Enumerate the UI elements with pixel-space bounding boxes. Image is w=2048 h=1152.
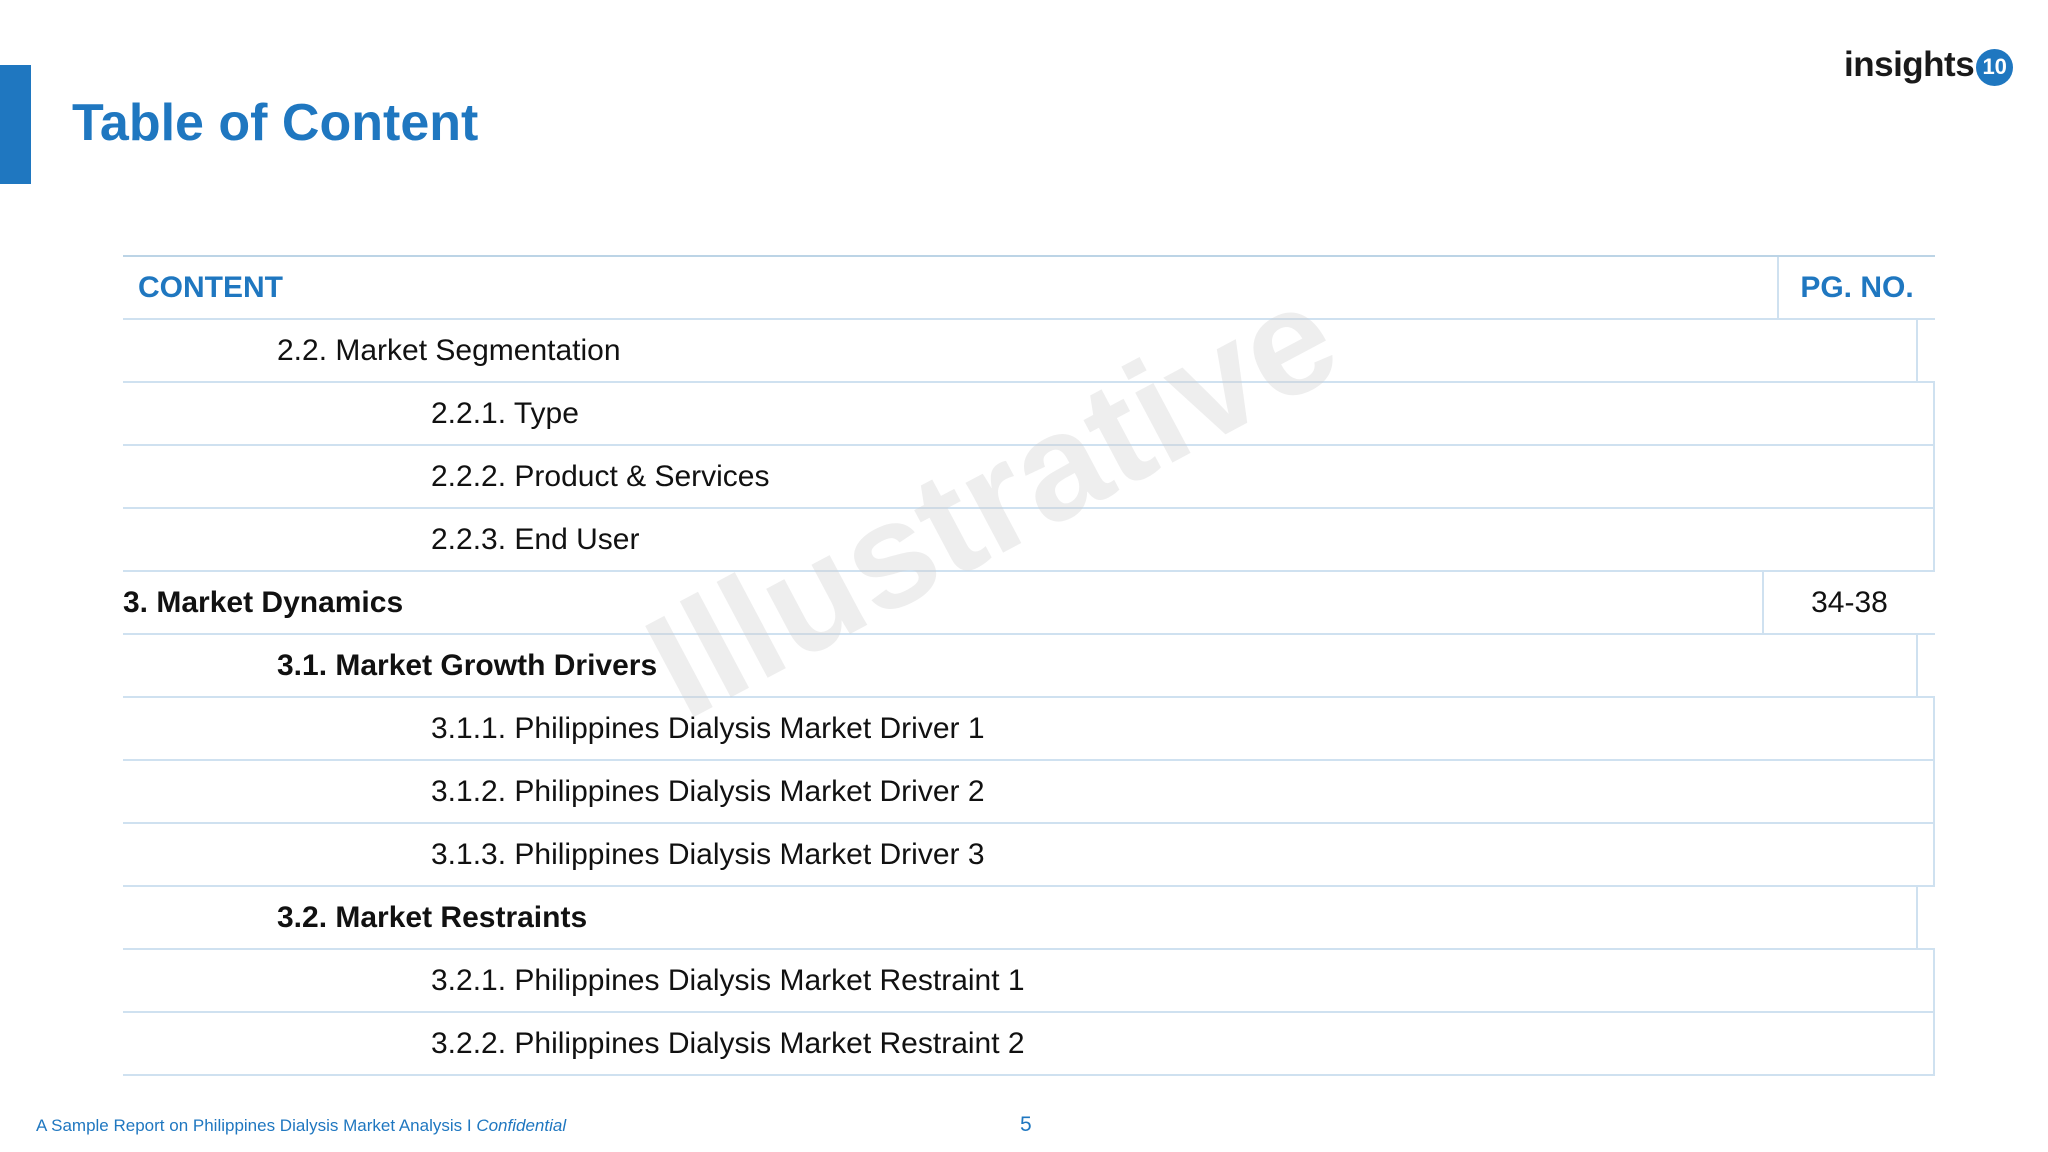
page-title: Table of Content [72, 94, 479, 152]
page-number: 5 [1020, 1113, 1032, 1136]
toc-row: 3.1.3. Philippines Dialysis Market Drive… [123, 824, 1935, 887]
toc-entry: 3.1.1. Philippines Dialysis Market Drive… [123, 698, 1935, 759]
toc-row: 2.2.3. End User [123, 509, 1935, 572]
toc-entry: 2.2.1. Type [123, 383, 1935, 444]
toc-entry: 3.2.1. Philippines Dialysis Market Restr… [123, 950, 1935, 1011]
toc-row: 3.1.1. Philippines Dialysis Market Drive… [123, 698, 1935, 761]
footer-report-title: A Sample Report on Philippines Dialysis … [36, 1116, 566, 1136]
toc-row: 3.2. Market Restraints [123, 887, 1935, 950]
title-accent-bar [0, 65, 31, 184]
toc-page [1918, 635, 1935, 696]
toc-row: 3.1.2. Philippines Dialysis Market Drive… [123, 761, 1935, 824]
toc-table: CONTENT PG. NO. 2.2. Market Segmentation… [123, 255, 1935, 1076]
toc-row: 3.1. Market Growth Drivers [123, 635, 1935, 698]
toc-page [1918, 887, 1935, 948]
footer-confidential: Confidential [476, 1116, 567, 1135]
toc-header-row: CONTENT PG. NO. [123, 257, 1935, 320]
toc-entry: 3.2. Market Restraints [123, 887, 1918, 948]
toc-entry: 3.1.3. Philippines Dialysis Market Drive… [123, 824, 1935, 885]
toc-entry: 2.2.2. Product & Services [123, 446, 1935, 507]
toc-row: 3.2.1. Philippines Dialysis Market Restr… [123, 950, 1935, 1013]
toc-entry: 2.2. Market Segmentation [123, 320, 1918, 381]
footer-text: A Sample Report on Philippines Dialysis … [36, 1116, 477, 1135]
toc-row: 3. Market Dynamics 34-38 [123, 572, 1935, 635]
toc-entry: 3.1. Market Growth Drivers [123, 635, 1918, 696]
logo-text: insights [1844, 45, 1975, 84]
toc-page: 34-38 [1811, 585, 1888, 619]
toc-entry: 3. Market Dynamics [123, 572, 1764, 633]
toc-page [1918, 320, 1935, 381]
header-content: CONTENT [123, 257, 1779, 318]
logo-badge: 10 [1976, 48, 2014, 86]
insights10-logo: insights 10 [1844, 42, 2014, 88]
toc-entry: 2.2.3. End User [123, 509, 1935, 570]
toc-row: 3.2.2. Philippines Dialysis Market Restr… [123, 1013, 1935, 1076]
toc-row: 2.2. Market Segmentation [123, 320, 1935, 383]
header-page-number: PG. NO. [1800, 270, 1914, 304]
toc-row: 2.2.2. Product & Services [123, 446, 1935, 509]
toc-row: 2.2.1. Type [123, 383, 1935, 446]
toc-entry: 3.2.2. Philippines Dialysis Market Restr… [123, 1013, 1935, 1074]
toc-entry: 3.1.2. Philippines Dialysis Market Drive… [123, 761, 1935, 822]
